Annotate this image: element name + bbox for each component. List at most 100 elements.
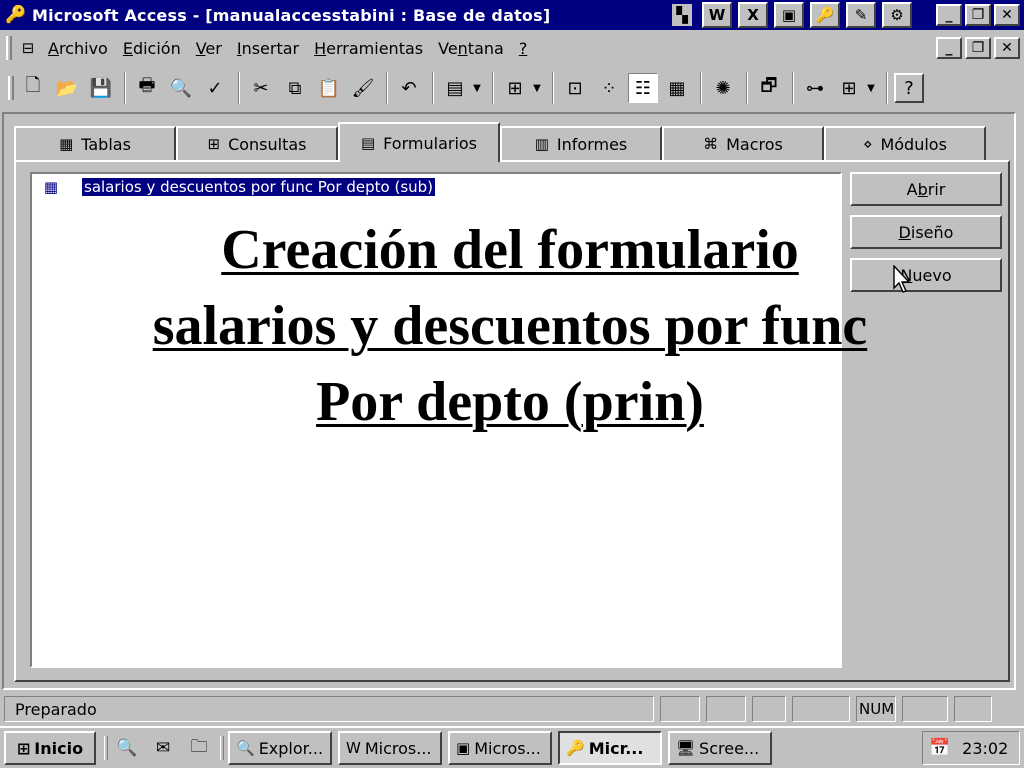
- object-tabs: ▦ Tablas ⊞ Consultas ▤ Formularios ▥ Informe…: [14, 122, 986, 162]
- copy-icon[interactable]: ⧉: [280, 73, 310, 103]
- module-icon: ⋄: [863, 135, 873, 153]
- task-explorer[interactable]: 🔍 Explor...: [228, 731, 332, 765]
- new-object-dropdown-icon[interactable]: ▼: [864, 83, 878, 94]
- tab-informes[interactable]: ▥ Informes: [500, 126, 662, 160]
- list-view-icon[interactable]: ☷: [628, 73, 658, 103]
- office-tools-icon[interactable]: ⚙: [882, 2, 912, 28]
- list-item[interactable]: ▦ salarios y descuentos por func Por dep…: [40, 178, 436, 196]
- spelling-icon[interactable]: ✓: [200, 73, 230, 103]
- caption-line-1: Creación del formulario: [221, 219, 799, 281]
- task-powerpoint[interactable]: ▣ Micros...: [448, 731, 552, 765]
- form-icon: ▦: [43, 178, 59, 196]
- toolbar-grip[interactable]: [8, 76, 14, 100]
- tab-modulos[interactable]: ⋄ Módulos: [824, 126, 986, 160]
- menu-ver[interactable]: Ver: [196, 39, 222, 58]
- undo-icon[interactable]: ↶: [394, 73, 424, 103]
- large-icons-icon[interactable]: ⊡: [560, 73, 590, 103]
- scheduler-icon[interactable]: 📅: [929, 738, 950, 758]
- task-word[interactable]: W Micros...: [338, 731, 442, 765]
- analyze-icon[interactable]: ⊞: [500, 73, 530, 103]
- form-icon: ▤: [360, 134, 376, 152]
- word-icon[interactable]: W: [702, 2, 732, 28]
- list-item-label: salarios y descuentos por func Por depto…: [82, 178, 436, 196]
- child-restore-button[interactable]: ❐: [965, 37, 991, 59]
- code-icon[interactable]: ✺: [708, 73, 738, 103]
- menu-herramientas[interactable]: Herramientas: [314, 39, 423, 58]
- word-icon: W: [346, 739, 361, 757]
- child-minimize-button[interactable]: _: [936, 37, 962, 59]
- open-button[interactable]: Ab rir: [850, 172, 1002, 206]
- menu-bar: ⊟ Archivo Edición Ver Insertar Herramien…: [0, 32, 1024, 64]
- monitor-icon: 🖥: [676, 739, 696, 757]
- properties-icon[interactable]: 🗗: [754, 73, 784, 103]
- key-icon: 🔑: [566, 739, 585, 757]
- taskbar: ⊞ Inicio 🔍 ✉ 🗀 🔍 Explor... W Micros... ▣ Mic…: [0, 726, 1024, 768]
- title-bar[interactable]: 🔑 Microsoft Access - [manualaccesstabini…: [0, 0, 1024, 30]
- key-icon[interactable]: 🔑: [4, 3, 28, 27]
- explorer-icon: 🔍: [236, 739, 255, 757]
- powerpoint-icon[interactable]: ▣: [774, 2, 804, 28]
- task-access[interactable]: 🔑 Micr...: [558, 731, 662, 765]
- windows-logo-icon: ⊞: [16, 738, 31, 758]
- details-view-icon[interactable]: ▦: [662, 73, 692, 103]
- system-tray: 📅 23:02: [922, 731, 1020, 765]
- save-icon[interactable]: 💾: [86, 73, 116, 103]
- new-database-icon[interactable]: 🗋: [18, 73, 48, 103]
- new-object-icon[interactable]: ⊞: [834, 73, 864, 103]
- slide-caption: Creación del formulario salarios y descu…: [60, 212, 960, 440]
- office-links-dropdown-icon[interactable]: ▼: [470, 83, 484, 94]
- status-cell-7: [954, 696, 992, 722]
- cut-icon[interactable]: ✂: [246, 73, 276, 103]
- minimize-button[interactable]: _: [936, 4, 962, 26]
- start-button[interactable]: ⊞ Inicio: [4, 731, 96, 765]
- binder-icon[interactable]: ✎: [846, 2, 876, 28]
- tab-tablas[interactable]: ▦ Tablas: [14, 126, 176, 160]
- excel-icon[interactable]: X: [738, 2, 768, 28]
- num-lock-indicator: NUM: [856, 696, 896, 722]
- help-icon[interactable]: ?: [894, 73, 924, 103]
- query-icon: ⊞: [207, 135, 221, 153]
- menu-help[interactable]: ?: [519, 39, 528, 58]
- paste-icon[interactable]: 📋: [314, 73, 344, 103]
- status-cell-1: [660, 696, 700, 722]
- outlook-express-icon[interactable]: ✉: [148, 733, 178, 763]
- tab-macros[interactable]: ⌘ Macros: [662, 126, 824, 160]
- office-logo-icon[interactable]: ▚: [672, 4, 692, 26]
- status-cell-3: [752, 696, 786, 722]
- tab-formularios[interactable]: ▤ Formularios: [338, 122, 500, 162]
- mouse-cursor-icon: [893, 265, 911, 293]
- menu-insertar[interactable]: Insertar: [237, 39, 299, 58]
- print-preview-icon[interactable]: 🔍: [166, 73, 196, 103]
- task-screen[interactable]: 🖥 Scree...: [668, 731, 772, 765]
- explorer-icon[interactable]: 🔍: [112, 733, 142, 763]
- clock[interactable]: 23:02: [962, 739, 1008, 758]
- office-links-icon[interactable]: ▤: [440, 73, 470, 103]
- desktop-icon[interactable]: 🗀: [184, 733, 214, 763]
- child-close-button[interactable]: ✕: [994, 37, 1020, 59]
- relationships-icon[interactable]: ⊶: [800, 73, 830, 103]
- menubar-grip[interactable]: [6, 36, 12, 60]
- restore-button[interactable]: ❐: [965, 4, 991, 26]
- window-title: Microsoft Access - [manualaccesstabini :…: [32, 5, 551, 25]
- caption-line-2: salarios y descuentos por func: [152, 295, 868, 357]
- small-icons-icon[interactable]: ⁘: [594, 73, 624, 103]
- caption-line-3: Por depto (prin): [316, 371, 704, 433]
- print-icon[interactable]: 🖶: [132, 73, 162, 103]
- access-icon[interactable]: 🔑: [810, 2, 840, 28]
- format-painter-icon[interactable]: 🖌: [348, 73, 378, 103]
- close-button[interactable]: ✕: [994, 4, 1020, 26]
- menu-archivo[interactable]: Archivo: [48, 39, 108, 58]
- status-cell-6: [902, 696, 948, 722]
- tab-consultas[interactable]: ⊞ Consultas: [176, 126, 338, 160]
- report-icon: ▥: [534, 135, 549, 153]
- database-window-icon[interactable]: ⊟: [16, 37, 40, 59]
- powerpoint-icon: ▣: [456, 739, 471, 757]
- office-shortcut-bar: ▚ W X ▣ 🔑 ✎ ⚙: [672, 1, 918, 29]
- menu-edicion[interactable]: Edición: [123, 39, 181, 58]
- open-folder-icon[interactable]: 📂: [52, 73, 82, 103]
- table-icon: ▦: [59, 135, 74, 153]
- menu-ventana[interactable]: Ventana: [438, 39, 504, 58]
- status-cell-4: [792, 696, 850, 722]
- analyze-dropdown-icon[interactable]: ▼: [530, 83, 544, 94]
- status-bar: Preparado NUM: [0, 694, 1024, 724]
